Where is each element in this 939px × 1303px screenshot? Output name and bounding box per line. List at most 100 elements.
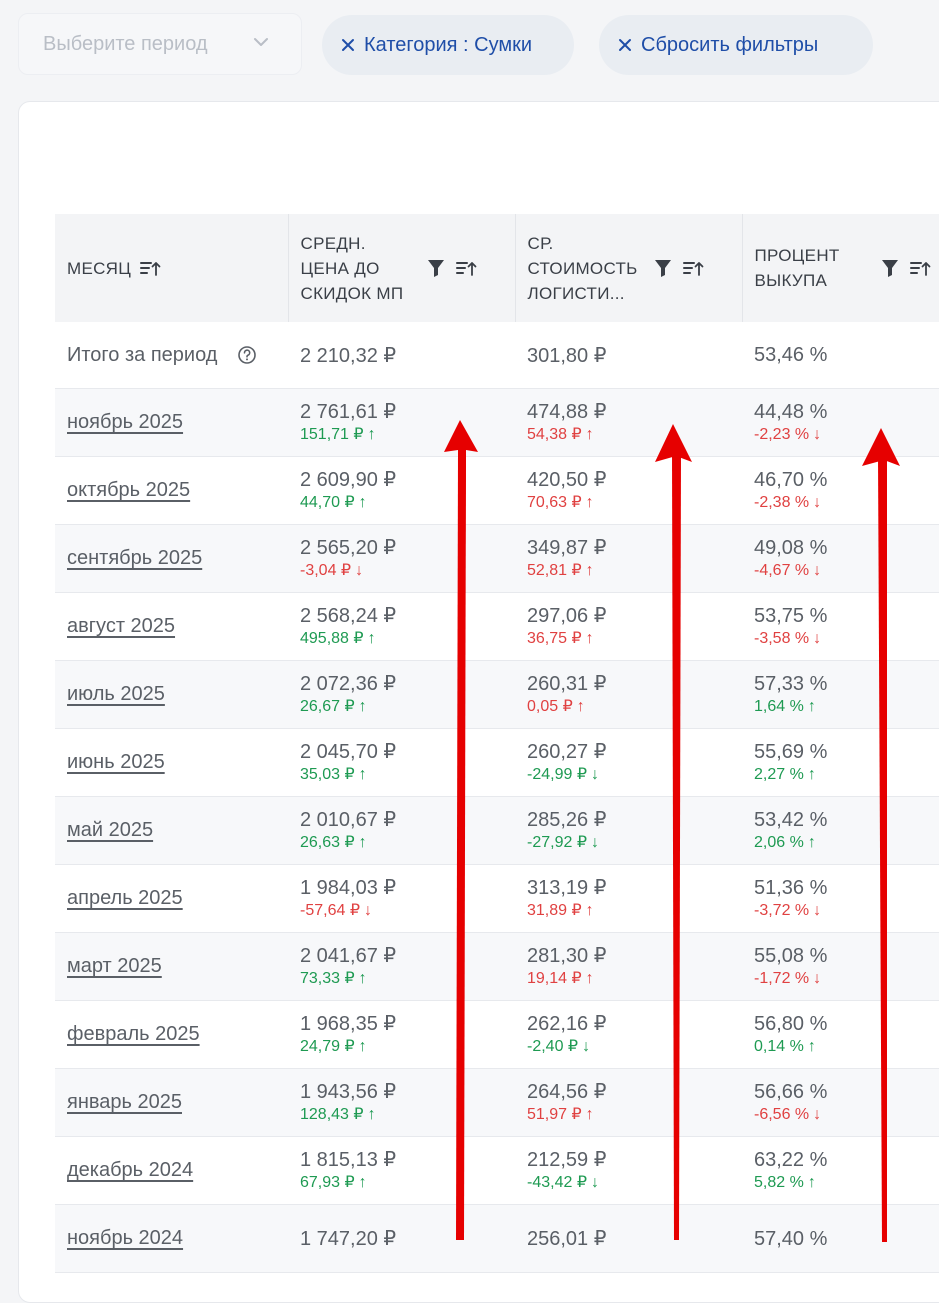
buyout-delta-value: -1,72 % <box>754 969 810 987</box>
avg-price-delta-value: 26,63 ₽ <box>300 833 355 851</box>
avg-price-delta-value: -57,64 ₽ <box>300 901 360 919</box>
buyout-value: 51,36 % <box>754 876 828 899</box>
close-icon[interactable] <box>340 37 356 53</box>
table-row: ноябрь 2025 2 761,61 ₽151,71 ₽ ↑ 474,88 ₽54… <box>55 388 939 457</box>
arrow-down-icon: ↓ <box>813 561 822 579</box>
arrow-up-icon: ↑ <box>585 629 594 647</box>
buyout-value: 57,33 % <box>754 672 828 695</box>
buyout-cell: 55,08 % -1,72 % ↓ <box>742 932 939 1001</box>
monthly-stats-table: МЕСЯЦ СРЕДН. ЦЕНА ДО СКИДОК МП СР. СТОИМ… <box>55 214 939 1273</box>
table-row: март 2025 2 041,67 ₽73,33 ₽ ↑ 281,30 ₽19,14… <box>55 932 939 1001</box>
avg-price-value: 2 041,67 ₽ <box>300 944 397 967</box>
month-cell: июль 2025 <box>55 660 288 729</box>
table-row: февраль 2025 1 968,35 ₽24,79 ₽ ↑ 262,16 ₽ -2… <box>55 1000 939 1069</box>
month-link[interactable]: апрель 2025 <box>67 887 183 909</box>
arrow-down-icon: ↓ <box>591 1173 599 1191</box>
filter-icon[interactable] <box>427 258 445 278</box>
buyout-cell: 56,66 % -6,56 % ↓ <box>742 1068 939 1137</box>
buyout-value: 49,08 % <box>754 536 828 559</box>
logistics-delta: 36,75 ₽ ↑ <box>527 628 742 650</box>
month-cell: ноябрь 2025 <box>55 388 288 457</box>
buyout-delta: 0,14 % ↑ <box>754 1036 939 1058</box>
month-link[interactable]: январь 2025 <box>67 1091 182 1113</box>
avg-price-cell: 1 968,35 ₽24,79 ₽ ↑ <box>288 1000 515 1069</box>
arrow-up-icon: ↑ <box>807 1173 816 1191</box>
avg-price-delta: 128,43 ₽ ↑ <box>300 1104 515 1126</box>
month-cell: сентябрь 2025 <box>55 524 288 593</box>
logistics-delta: -43,42 ₽ ↓ <box>527 1172 742 1194</box>
buyout-delta: -2,23 % ↓ <box>754 424 939 446</box>
arrow-up-icon: ↑ <box>367 629 376 647</box>
avg-price-delta-value: 128,43 ₽ <box>300 1105 364 1123</box>
avg-price-delta: 35,03 ₽ ↑ <box>300 764 515 786</box>
filter-icon[interactable] <box>654 258 672 278</box>
arrow-down-icon: ↓ <box>813 493 822 511</box>
logistics-cell: 474,88 ₽54,38 ₽ ↑ <box>515 388 742 457</box>
logistics-delta-value: 0,05 ₽ <box>527 697 573 715</box>
buyout-delta-value: -2,23 % <box>754 425 810 443</box>
buyout-cell: 57,33 % 1,64 % ↑ <box>742 660 939 729</box>
buyout-delta-value: 5,82 % <box>754 1173 804 1191</box>
month-link[interactable]: март 2025 <box>67 955 162 977</box>
avg-price-value: 2 045,70 ₽ <box>300 740 397 763</box>
sort-icon[interactable] <box>455 259 477 277</box>
buyout-delta: -2,38 % ↓ <box>754 492 939 514</box>
total-row: Итого за период 2 210,32 ₽ 301,80 ₽ 53,4… <box>55 322 939 389</box>
month-link[interactable]: май 2025 <box>67 819 153 841</box>
table-row: январь 2025 1 943,56 ₽128,43 ₽ ↑ 264,56 ₽51… <box>55 1068 939 1137</box>
month-link[interactable]: июль 2025 <box>67 683 165 705</box>
arrow-down-icon: ↓ <box>355 561 364 579</box>
buyout-delta: -3,58 % ↓ <box>754 628 939 650</box>
arrow-down-icon: ↓ <box>813 425 822 443</box>
filter-icon[interactable] <box>881 258 899 278</box>
month-link[interactable]: август 2025 <box>67 615 175 637</box>
arrow-up-icon: ↑ <box>576 697 585 715</box>
sort-icon[interactable] <box>909 259 931 277</box>
buyout-value: 44,48 % <box>754 400 828 423</box>
avg-price-cell: 2 609,90 ₽44,70 ₽ ↑ <box>288 456 515 525</box>
month-link[interactable]: сентябрь 2025 <box>67 547 202 569</box>
month-link[interactable]: февраль 2025 <box>67 1023 200 1045</box>
sort-icon[interactable] <box>139 259 161 277</box>
month-link[interactable]: ноябрь 2025 <box>67 411 183 433</box>
close-icon[interactable] <box>617 37 633 53</box>
buyout-cell: 63,22 % 5,82 % ↑ <box>742 1136 939 1205</box>
buyout-delta: -3,72 % ↓ <box>754 900 939 922</box>
month-link[interactable]: ноябрь 2024 <box>67 1227 183 1249</box>
help-icon[interactable] <box>237 345 257 365</box>
month-link[interactable]: октябрь 2025 <box>67 479 190 501</box>
logistics-value: 256,01 ₽ <box>527 1227 607 1250</box>
arrow-up-icon: ↑ <box>807 697 816 715</box>
table-row: июль 2025 2 072,36 ₽26,67 ₽ ↑ 260,31 ₽0,05 … <box>55 660 939 729</box>
category-filter-chip[interactable]: Категория : Сумки <box>322 15 574 75</box>
buyout-delta: 2,06 % ↑ <box>754 832 939 854</box>
logistics-delta: 54,38 ₽ ↑ <box>527 424 742 446</box>
reset-filters-chip[interactable]: Сбросить фильтры <box>599 15 873 75</box>
avg-price-cell: 2 010,67 ₽26,63 ₽ ↑ <box>288 796 515 865</box>
avg-price-value: 1 815,13 ₽ <box>300 1148 397 1171</box>
avg-price-cell: 1 747,20 ₽ <box>288 1204 515 1273</box>
buyout-cell: 56,80 % 0,14 % ↑ <box>742 1000 939 1069</box>
header-logistics: СР. СТОИМОСТЬ ЛОГИСТИ... <box>515 214 743 322</box>
avg-price-delta: 495,88 ₽ ↑ <box>300 628 515 650</box>
arrow-down-icon: ↓ <box>813 969 822 987</box>
arrow-up-icon: ↑ <box>358 1037 367 1055</box>
buyout-delta: -1,72 % ↓ <box>754 968 939 990</box>
sort-icon[interactable] <box>682 259 704 277</box>
month-link[interactable]: декабрь 2024 <box>67 1159 193 1181</box>
table-row: октябрь 2025 2 609,90 ₽44,70 ₽ ↑ 420,50 ₽70… <box>55 456 939 525</box>
avg-price-value: 2 568,24 ₽ <box>300 604 397 627</box>
avg-price-value: 1 968,35 ₽ <box>300 1012 397 1035</box>
logistics-delta-value: 54,38 ₽ <box>527 425 582 443</box>
logistics-value: 420,50 ₽ <box>527 468 607 491</box>
buyout-value: 56,66 % <box>754 1080 828 1103</box>
avg-price-delta: 67,93 ₽ ↑ <box>300 1172 515 1194</box>
logistics-cell: 260,31 ₽0,05 ₽ ↑ <box>515 660 742 729</box>
buyout-delta-value: -2,38 % <box>754 493 810 511</box>
month-link[interactable]: июнь 2025 <box>67 751 165 773</box>
buyout-value: 53,42 % <box>754 808 828 831</box>
buyout-cell: 55,69 % 2,27 % ↑ <box>742 728 939 797</box>
period-select[interactable]: Выберите период <box>18 13 302 75</box>
buyout-delta: -4,67 % ↓ <box>754 560 939 582</box>
avg-price-delta: 44,70 ₽ ↑ <box>300 492 515 514</box>
